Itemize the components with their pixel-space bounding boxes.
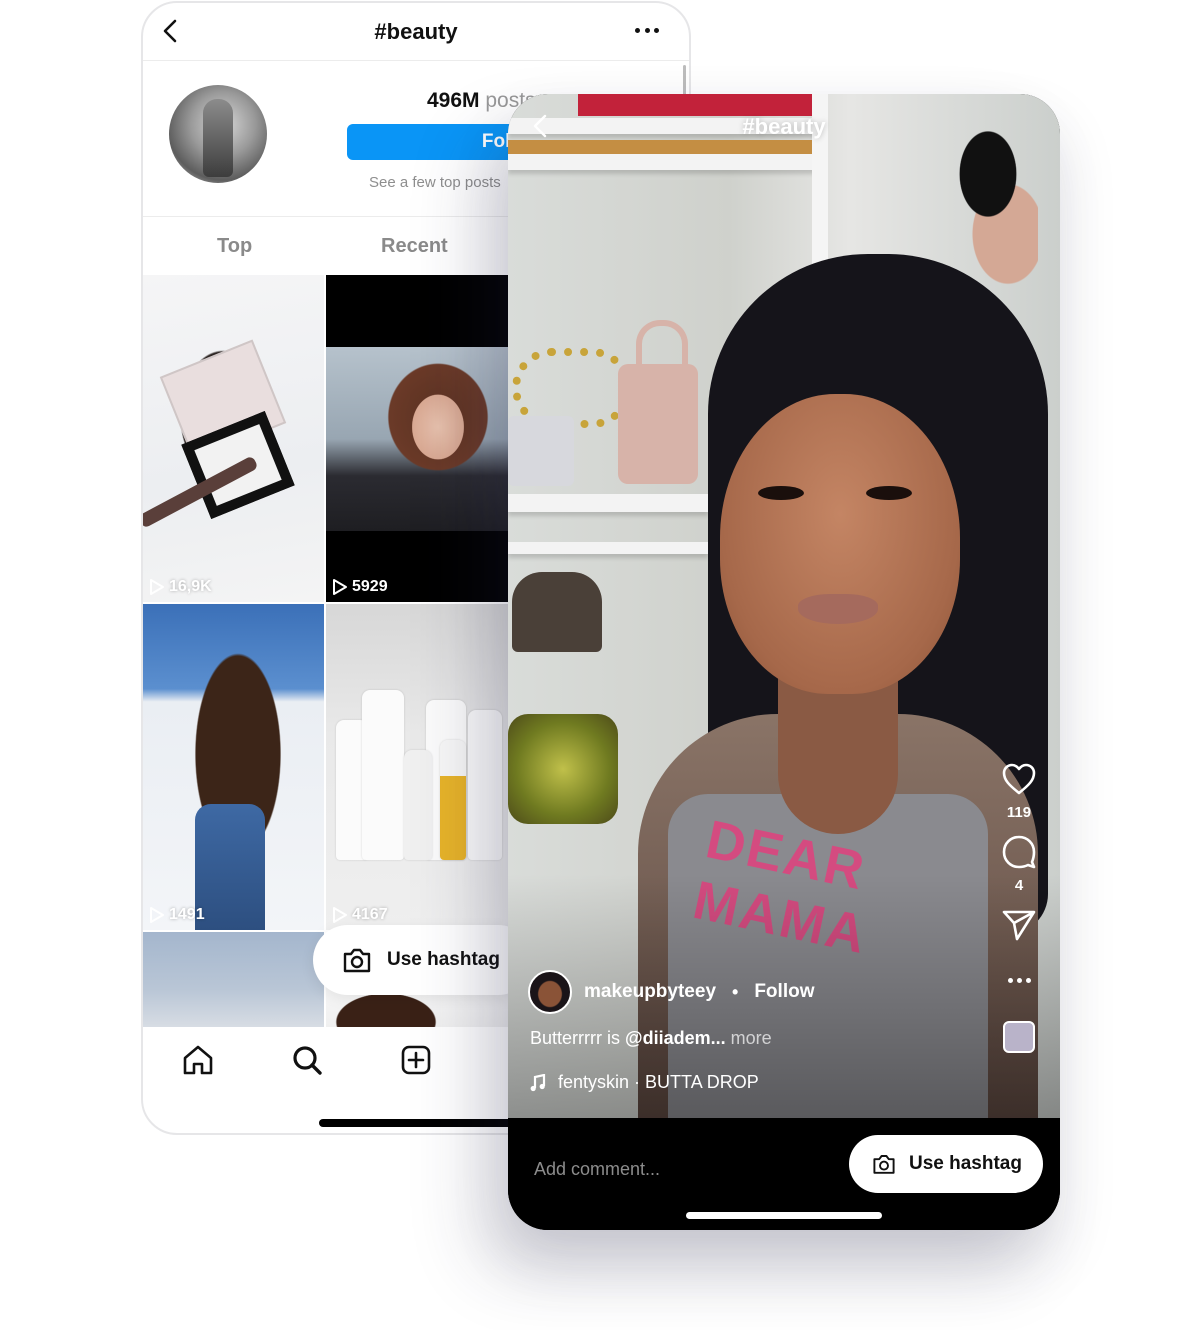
- use-hashtag-button[interactable]: Use hashtag: [849, 1135, 1043, 1193]
- product-image: [362, 690, 404, 860]
- use-hashtag-label: Use hashtag: [909, 1153, 1022, 1174]
- view-count-value: 1491: [169, 906, 205, 923]
- header: #beauty: [143, 3, 689, 61]
- person-eye: [758, 486, 804, 500]
- tab-top[interactable]: Top: [217, 235, 252, 258]
- caption-text: Butterrrrr is: [530, 1028, 626, 1048]
- more-options-icon[interactable]: [635, 25, 659, 35]
- reel-title: #beauty: [742, 114, 826, 139]
- view-count: 16,9K: [149, 578, 212, 596]
- home-indicator: [686, 1212, 882, 1219]
- shelf: [508, 494, 708, 512]
- audio-track[interactable]: fentyskin · BUTTA DROP: [530, 1072, 759, 1093]
- reel-viewer-phone: DEAR MAMA #beauty 119 4 makeupbyteey • F…: [508, 94, 1060, 1230]
- post-image: [195, 804, 265, 930]
- separator-dot: •: [732, 981, 739, 1002]
- audio-track-label: fentyskin · BUTTA DROP: [558, 1072, 759, 1092]
- view-count: 4167: [332, 906, 388, 924]
- handbag: [512, 572, 602, 652]
- post-count-value: 496M: [427, 89, 480, 112]
- product-image: [440, 740, 466, 860]
- handbag: [508, 714, 618, 824]
- shelf: [508, 154, 818, 170]
- person-eye: [866, 486, 912, 500]
- grid-post[interactable]: 16,9K: [143, 275, 324, 602]
- comment-count: 4: [1014, 877, 1024, 894]
- tab-recent[interactable]: Recent: [381, 235, 448, 258]
- like-count: 119: [1006, 804, 1032, 821]
- play-icon: [150, 579, 164, 595]
- home-icon[interactable]: [181, 1043, 215, 1077]
- post-image: [326, 347, 510, 531]
- play-icon: [333, 907, 347, 923]
- reel-caption[interactable]: Butterrrrr is @diiadem... more: [530, 1028, 772, 1049]
- hashtag-avatar: [169, 85, 267, 183]
- add-comment-input[interactable]: [534, 1154, 834, 1184]
- background-object: [578, 94, 814, 116]
- person-lips: [798, 594, 878, 624]
- view-count-value: 4167: [352, 906, 388, 923]
- play-icon: [150, 907, 164, 923]
- caption-more-link[interactable]: more: [726, 1028, 772, 1048]
- page-title: #beauty: [374, 19, 458, 44]
- action-rail: 119 4: [998, 762, 1040, 1053]
- author-username[interactable]: makeupbyteey: [584, 981, 716, 1003]
- reel-author: makeupbyteey • Follow: [528, 970, 814, 1014]
- search-icon[interactable]: [290, 1043, 324, 1077]
- reel-video[interactable]: DEAR MAMA: [508, 94, 1060, 1118]
- add-post-icon[interactable]: [399, 1043, 433, 1077]
- view-count-value: 16,9K: [169, 578, 212, 595]
- view-count: 1491: [149, 906, 205, 924]
- music-note-icon: [530, 1073, 546, 1091]
- audio-thumbnail[interactable]: [1003, 1021, 1035, 1053]
- product-image: [404, 750, 432, 860]
- handbag: [618, 320, 698, 484]
- view-count: 5929: [332, 578, 388, 596]
- handbag: [508, 416, 574, 486]
- grid-post[interactable]: 4167: [326, 604, 510, 930]
- view-count-value: 5929: [352, 578, 388, 595]
- author-avatar[interactable]: [528, 970, 572, 1014]
- shelf: [508, 542, 708, 554]
- home-indicator: [319, 1119, 539, 1127]
- use-hashtag-label: Use hashtag: [387, 949, 500, 970]
- heart-icon[interactable]: [1001, 762, 1037, 796]
- grid-post[interactable]: 5929: [326, 275, 510, 602]
- share-icon[interactable]: [1001, 908, 1037, 942]
- grid-post[interactable]: [143, 932, 324, 1028]
- person-face: [720, 394, 960, 694]
- comment-icon[interactable]: [1001, 835, 1037, 869]
- play-icon: [333, 579, 347, 595]
- more-options-icon[interactable]: [1007, 978, 1031, 983]
- caption-mention[interactable]: @diiadem...: [625, 1028, 726, 1048]
- product-image: [468, 710, 502, 860]
- see-top-posts-text: See a few top posts: [369, 174, 501, 191]
- use-hashtag-button[interactable]: Use hashtag: [313, 925, 533, 995]
- follow-author-button[interactable]: Follow: [754, 981, 814, 1003]
- grid-post[interactable]: 1491: [143, 604, 324, 930]
- camera-icon: [873, 1155, 895, 1174]
- camera-icon: [343, 948, 371, 973]
